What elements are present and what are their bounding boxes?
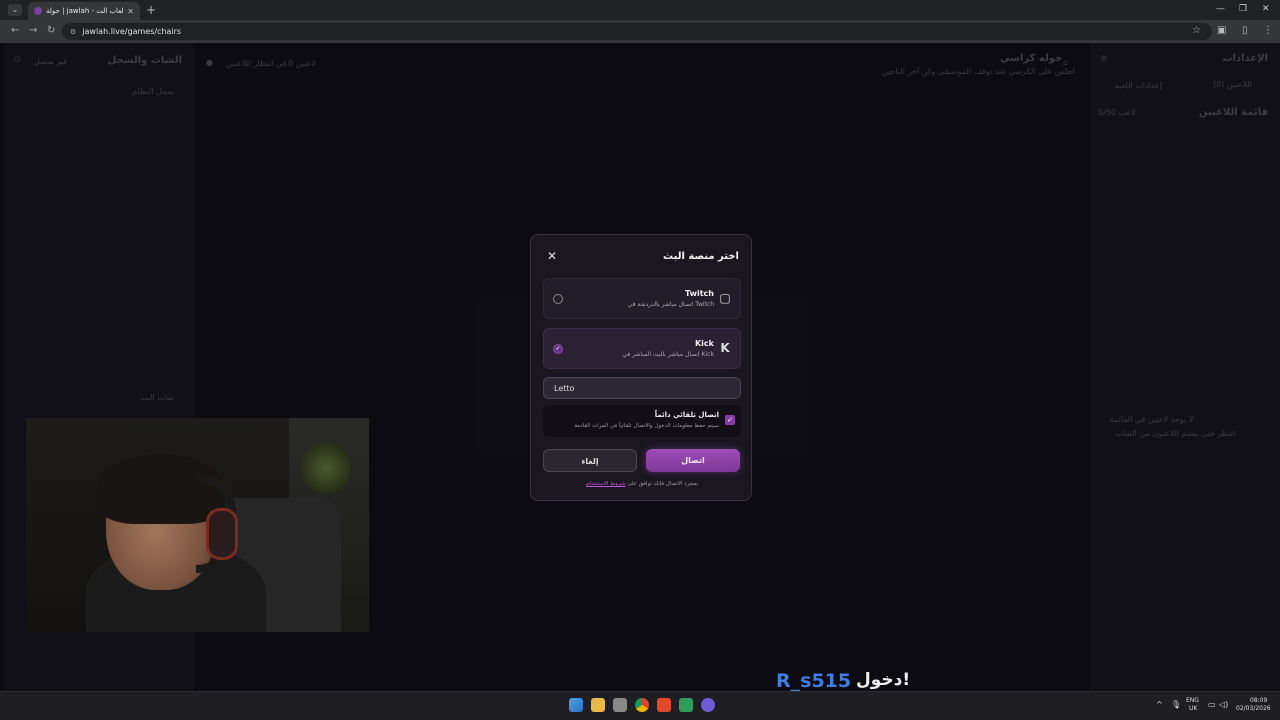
twitch-option[interactable]: ▢ Twitch اتصال مباشر بالدردشة في Twitch bbox=[543, 278, 741, 319]
system-log-label: سجل النظام bbox=[132, 87, 175, 96]
overlay-action: دخول! bbox=[856, 670, 911, 690]
microphone-icon[interactable]: 🎙 bbox=[1171, 700, 1181, 709]
modal-title: اختر منصة البث bbox=[663, 251, 739, 262]
close-window-button[interactable]: ✕ bbox=[1262, 4, 1270, 14]
maximize-button[interactable]: ❐ bbox=[1239, 4, 1247, 14]
profile-icon[interactable]: ▯ bbox=[1242, 25, 1248, 36]
platform-modal: اختر منصة البث ✕ ▢ Twitch اتصال مباشر با… bbox=[530, 234, 752, 501]
home-icon[interactable]: ⌂ bbox=[1063, 58, 1068, 67]
network-icon[interactable]: ▭ bbox=[1208, 700, 1216, 709]
brave-icon[interactable] bbox=[657, 698, 671, 712]
cancel-button[interactable]: إلغاء bbox=[543, 449, 637, 472]
players-list-title: قائمة اللاعبين bbox=[1198, 107, 1268, 118]
auto-connect-title: اتصال تلقائي دائماً bbox=[654, 411, 719, 419]
webcam-feed bbox=[26, 418, 369, 632]
tab-favicon-icon bbox=[34, 7, 42, 15]
settings-title: الإعدادات bbox=[1222, 53, 1268, 64]
tab-game-settings[interactable]: إعدادات اللعبة bbox=[1115, 81, 1162, 90]
app-green-icon[interactable] bbox=[679, 698, 693, 712]
settings-icon: ⚙ bbox=[1100, 54, 1108, 63]
site-info-icon[interactable]: ⚙ bbox=[70, 28, 76, 36]
stream-chat-label: شات البث bbox=[139, 393, 174, 402]
game-title: جوله كراسي bbox=[1000, 53, 1063, 64]
twitch-name: Twitch bbox=[685, 289, 714, 298]
forward-icon[interactable]: → bbox=[29, 25, 37, 36]
username-input[interactable] bbox=[543, 377, 741, 399]
windows-start-icon[interactable] bbox=[569, 698, 583, 712]
tab-search-icon[interactable]: ⌄ bbox=[8, 4, 22, 16]
twitch-desc: اتصال مباشر بالدردشة في Twitch bbox=[627, 301, 714, 308]
auto-connect-desc: سيتم حفظ معلومات الدخول والاتصال تلقائيا… bbox=[574, 423, 719, 429]
clock-time[interactable]: 08:09 bbox=[1250, 697, 1267, 704]
language-top[interactable]: ENG bbox=[1186, 697, 1199, 704]
players-empty-title: لا يوجد لاعبين في القائمة bbox=[1110, 415, 1194, 424]
browser-tab[interactable]: جولة | jawlah - منصة الألعاب الت... ✕ bbox=[28, 2, 140, 20]
players-empty-sub: انتظر حتى ينضم اللاعبون من الشات bbox=[1115, 429, 1236, 438]
headphone-icon bbox=[206, 508, 238, 560]
clock-date[interactable]: 02/03/2026 bbox=[1236, 705, 1271, 712]
kick-name: Kick bbox=[694, 339, 714, 348]
waiting-status: في انتظار اللاعبين bbox=[226, 59, 287, 68]
twitch-radio[interactable] bbox=[553, 294, 563, 304]
terms-text: بمجرد الاتصال فإنك توافق على bbox=[627, 481, 698, 487]
tab-title: جولة | jawlah - منصة الألعاب الت... bbox=[46, 7, 124, 15]
chrome-icon[interactable] bbox=[635, 698, 649, 712]
players-counter: 0 لاعبين bbox=[288, 59, 316, 68]
store-icon[interactable] bbox=[613, 698, 627, 712]
reload-icon[interactable]: ↻ bbox=[47, 25, 55, 36]
browser-toolbar: ← → ↻ ⚙ jawlah.live/games/chairs ☆ ▣ ▯ ⋮ bbox=[0, 20, 1280, 43]
auto-connect-checkbox[interactable]: ✓ bbox=[725, 415, 735, 425]
overlay-username: R_s515 bbox=[776, 670, 852, 692]
tab-players[interactable]: اللاعبين (0) bbox=[1213, 80, 1252, 89]
language-bottom[interactable]: UK bbox=[1189, 705, 1197, 712]
tab-close-icon[interactable]: ✕ bbox=[127, 7, 134, 16]
kick-radio[interactable]: ✓ bbox=[553, 344, 563, 354]
file-explorer-icon[interactable] bbox=[591, 698, 605, 712]
close-icon[interactable]: ✕ bbox=[547, 249, 557, 263]
auto-connect-box: ✓ اتصال تلقائي دائماً سيتم حفظ معلومات ا… bbox=[543, 405, 741, 437]
address-bar[interactable]: ⚙ jawlah.live/games/chairs bbox=[62, 23, 1212, 40]
volume-icon[interactable]: ◁) bbox=[1219, 700, 1228, 709]
connection-status: غير متصل bbox=[34, 57, 68, 66]
bookmark-star-icon[interactable]: ☆ bbox=[1192, 25, 1201, 36]
connect-button[interactable]: اتصال bbox=[646, 449, 740, 472]
terms-link[interactable]: شروط الاستخدام bbox=[586, 481, 625, 487]
settings-sidebar: الإعدادات ⚙ اللاعبين (0) إعدادات اللعبة … bbox=[1090, 43, 1280, 691]
extensions-icon[interactable]: ▣ bbox=[1217, 25, 1226, 36]
kick-icon: K bbox=[720, 341, 730, 355]
power-icon[interactable]: ⏻ bbox=[14, 55, 20, 65]
terms-note: بمجرد الاتصال فإنك توافق على شروط الاستخ… bbox=[531, 481, 753, 487]
browser-tabstrip: ⌄ جولة | jawlah - منصة الألعاب الت... ✕ … bbox=[0, 0, 1280, 20]
background-plant bbox=[301, 438, 351, 498]
record-icon: ● bbox=[206, 58, 213, 67]
minimize-button[interactable]: — bbox=[1216, 4, 1225, 14]
tray-overflow-icon[interactable]: ^ bbox=[1156, 700, 1163, 709]
kick-desc: اتصال مباشر بالبث المباشر في Kick bbox=[622, 351, 714, 358]
url-text: jawlah.live/games/chairs bbox=[82, 27, 182, 36]
kick-option[interactable]: K Kick اتصال مباشر بالبث المباشر في Kick… bbox=[543, 328, 741, 369]
taskbar: ^ 🎙 ENG UK ▭ ◁) 08:09 02/03/2026 bbox=[0, 691, 1280, 720]
twitch-icon: ▢ bbox=[719, 291, 731, 305]
game-subtitle: اجلس على الكرسي عند توقف الموسيقى وكن آخ… bbox=[882, 67, 1075, 76]
back-icon[interactable]: ← bbox=[11, 25, 19, 36]
new-tab-button[interactable]: + bbox=[146, 3, 156, 17]
chat-sidebar-title: الشات والسجل bbox=[107, 55, 182, 66]
app-discord-icon[interactable] bbox=[701, 698, 715, 712]
menu-icon[interactable]: ⋮ bbox=[1263, 25, 1273, 36]
players-count: 0/50 لاعب bbox=[1098, 108, 1136, 117]
